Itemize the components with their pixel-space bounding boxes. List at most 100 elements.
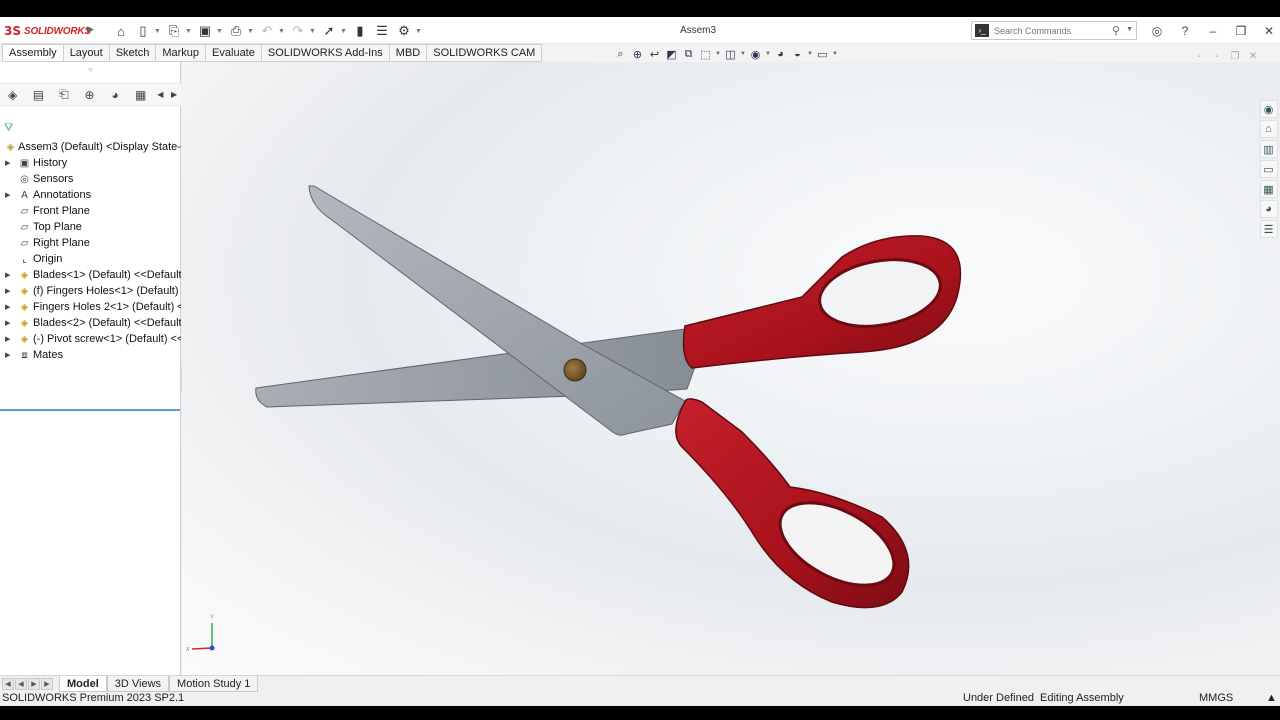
tabs-scroll-right-icon[interactable]: ▶	[167, 85, 181, 105]
tree-item-0[interactable]: ▶ ▣ History	[0, 155, 181, 171]
search-commands-box[interactable]: ›_ ⚲ ▼	[971, 21, 1137, 40]
viewport-tile-icon[interactable]: ▫	[1210, 50, 1224, 62]
new-document-icon[interactable]: ▯	[132, 21, 154, 41]
next-tab-icon[interactable]: ▶	[28, 678, 40, 690]
search-dropdown-icon[interactable]: ▼	[1126, 26, 1133, 33]
tab-sketch[interactable]: Sketch	[108, 44, 156, 62]
hide-show-items-icon[interactable]: ◉	[747, 46, 764, 62]
design-library-icon[interactable]: ▥	[1259, 140, 1278, 158]
tree-item-3[interactable]: ▱ Front Plane	[0, 203, 181, 219]
tab-markup[interactable]: Markup	[155, 44, 206, 62]
display-manager-tab-icon[interactable]: ◕	[102, 85, 128, 105]
expand-arrow-icon[interactable]: ▶	[5, 303, 10, 311]
tree-item-11[interactable]: ▶ ◈ (-) Pivot screw<1> (Default) <<D	[0, 331, 181, 347]
menu-expand-icon[interactable]: ▶	[87, 24, 94, 35]
redo-dropdown-icon[interactable]: ▼	[309, 28, 318, 35]
prev-tab-icon[interactable]: ◀	[15, 678, 27, 690]
file-properties-icon[interactable]: ☰	[371, 21, 393, 41]
search-icon[interactable]: ⚲	[1112, 24, 1120, 37]
expand-arrow-icon[interactable]: ▶	[5, 159, 10, 167]
save-dropdown-icon[interactable]: ▼	[216, 28, 225, 35]
tree-item-8[interactable]: ▶ ◈ (f) Fingers Holes<1> (Default) <<	[0, 283, 181, 299]
tree-item-6[interactable]: ⌞ Origin	[0, 251, 181, 267]
tab-3d-views[interactable]: 3D Views	[106, 676, 170, 692]
view-settings-dropdown-icon[interactable]: ▼	[831, 46, 839, 62]
viewport-minimize-icon[interactable]: ▫	[1192, 50, 1206, 62]
previous-view-icon[interactable]: ↩	[646, 46, 663, 62]
open-folder-icon[interactable]: ⎘	[163, 21, 185, 41]
zoom-to-fit-icon[interactable]: ⌕	[612, 46, 629, 62]
print-dropdown-icon[interactable]: ▼	[247, 28, 256, 35]
first-tab-icon[interactable]: ◀	[2, 678, 14, 690]
tree-item-7[interactable]: ▶ ◈ Blades<1> (Default) <<Default>_	[0, 267, 181, 283]
solidworks-resources-icon[interactable]: ◉	[1259, 100, 1278, 118]
open-dropdown-icon[interactable]: ▼	[185, 28, 194, 35]
minimize-icon[interactable]: –	[1200, 21, 1226, 41]
unit-system[interactable]: MMGS	[1199, 692, 1233, 704]
custom-properties-icon[interactable]: ☰	[1259, 220, 1278, 238]
select-dropdown-icon[interactable]: ▼	[340, 28, 349, 35]
viewport-close-icon[interactable]: ✕	[1246, 50, 1260, 62]
expand-arrow-icon[interactable]: ▶	[5, 191, 10, 199]
new-dropdown-icon[interactable]: ▼	[154, 28, 163, 35]
dimxpert-manager-tab-icon[interactable]: ⊕	[77, 85, 103, 105]
viewport-restore-icon[interactable]: ❐	[1228, 50, 1242, 62]
panel-grip-handle[interactable]: ○	[0, 62, 181, 84]
search-input[interactable]	[994, 25, 1104, 36]
tree-root-assembly[interactable]: ◈ Assem3 (Default) <Display State-1>	[0, 139, 181, 155]
user-account-icon[interactable]: ◎	[1144, 21, 1170, 41]
tree-item-1[interactable]: ◎ Sensors	[0, 171, 181, 187]
section-view-icon[interactable]: ◩	[663, 46, 680, 62]
undo-dropdown-icon[interactable]: ▼	[278, 28, 287, 35]
options-gear-icon[interactable]: ⚙	[393, 21, 415, 41]
feature-manager-tab-icon[interactable]: ◈	[0, 85, 26, 105]
rebuild-traffic-light-icon[interactable]: ▮	[349, 21, 371, 41]
display-style-icon[interactable]: ◫	[722, 46, 739, 62]
close-icon[interactable]: ✕	[1256, 21, 1280, 41]
tab-assembly[interactable]: Assembly	[2, 44, 63, 62]
edit-appearance-icon[interactable]: ◕	[772, 46, 789, 62]
home-task-icon[interactable]: ⌂	[1259, 120, 1278, 138]
lower-handle[interactable]	[675, 398, 910, 609]
editing-mode[interactable]: Editing Assembly	[1040, 692, 1124, 704]
tab-evaluate[interactable]: Evaluate	[205, 44, 261, 62]
pivot-screw[interactable]	[563, 358, 587, 382]
view-palette-icon[interactable]: ▦	[1259, 180, 1278, 198]
view-orientation-icon[interactable]: ⬚	[697, 46, 714, 62]
expand-arrow-icon[interactable]: ▶	[5, 351, 10, 359]
tab-mbd[interactable]: MBD	[388, 44, 427, 62]
solidworks-logo[interactable]: 3S SOLIDWORKS	[4, 24, 91, 38]
tree-item-2[interactable]: ▶ A Annotations	[0, 187, 181, 203]
undo-icon[interactable]: ↶	[256, 21, 278, 41]
scissors-model[interactable]	[182, 62, 1280, 675]
help-icon[interactable]: ?	[1172, 21, 1198, 41]
apply-scene-dropdown-icon[interactable]: ▼	[806, 46, 814, 62]
tab-layout[interactable]: Layout	[62, 44, 109, 62]
print-icon[interactable]: ⎙	[225, 21, 247, 41]
filter-icon[interactable]: ⛛	[4, 122, 13, 135]
tree-item-10[interactable]: ▶ ◈ Blades<2> (Default) <<Default>_	[0, 315, 181, 331]
expand-arrow-icon[interactable]: ▶	[5, 319, 10, 327]
tab-solidworks-cam[interactable]: SOLIDWORKS CAM	[426, 44, 543, 62]
tab-solidworks-add-ins[interactable]: SOLIDWORKS Add-Ins	[260, 44, 389, 62]
cam-manager-tab-icon[interactable]: ▦	[128, 85, 154, 105]
tree-item-4[interactable]: ▱ Top Plane	[0, 219, 181, 235]
rollback-bar[interactable]	[0, 409, 180, 411]
property-manager-tab-icon[interactable]: ▤	[26, 85, 52, 105]
apply-scene-icon[interactable]: ◒	[789, 46, 806, 62]
last-tab-icon[interactable]: ▶	[41, 678, 53, 690]
hide-show-dropdown-icon[interactable]: ▼	[764, 46, 772, 62]
expand-arrow-icon[interactable]: ▶	[5, 287, 10, 295]
status-dropdown-icon[interactable]: ▲	[1266, 692, 1277, 704]
restore-icon[interactable]: ❐	[1228, 21, 1254, 41]
expand-arrow-icon[interactable]: ▶	[5, 335, 10, 343]
redo-icon[interactable]: ↷	[287, 21, 309, 41]
configuration-manager-tab-icon[interactable]: ⎗	[51, 85, 77, 105]
select-cursor-icon[interactable]: ➚	[318, 21, 340, 41]
tree-item-12[interactable]: ▶ ⧈ Mates	[0, 347, 181, 363]
upper-handle[interactable]	[682, 235, 962, 369]
graphics-area[interactable]	[182, 62, 1280, 675]
save-icon[interactable]: ▣	[194, 21, 216, 41]
home-icon[interactable]: ⌂	[110, 21, 132, 41]
view-orientation-dropdown-icon[interactable]: ▼	[714, 46, 722, 62]
